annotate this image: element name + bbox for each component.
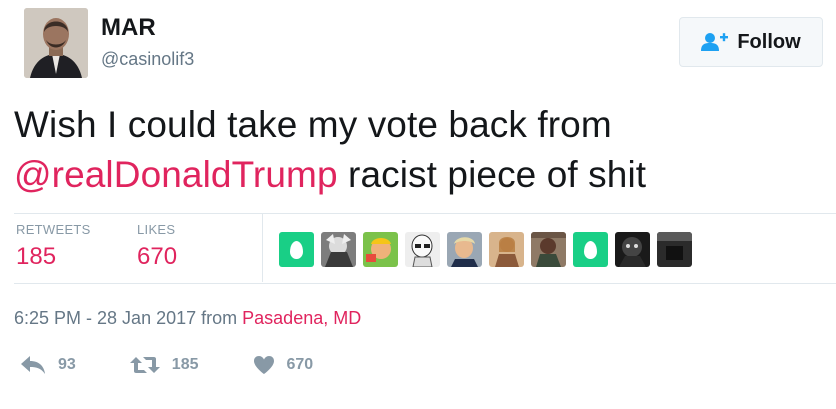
- add-user-icon: [701, 33, 729, 51]
- retweet-icon: [129, 357, 160, 373]
- reply-count: 93: [58, 356, 76, 373]
- tweet-actions: 93 185 670: [20, 355, 367, 375]
- retweets-value: 185: [16, 243, 57, 270]
- display-name[interactable]: MAR: [101, 14, 156, 42]
- heart-icon: [253, 356, 274, 374]
- liker-avatar-5[interactable]: [447, 232, 482, 267]
- follow-label: Follow: [737, 30, 801, 53]
- user-handle[interactable]: @casinolif3: [101, 49, 194, 70]
- reply-button[interactable]: 93: [20, 355, 76, 375]
- from-label: from: [201, 308, 238, 328]
- tweet-meta: 6:25 PM - 28 Jan 2017 from Pasadena, MD: [14, 308, 361, 329]
- avatar[interactable]: [24, 8, 88, 78]
- tweet-line-2-rest: racist piece of shit: [337, 154, 647, 195]
- tweet-line-1: Wish I could take my vote back from: [14, 104, 612, 145]
- reply-icon: [21, 356, 45, 374]
- location-link[interactable]: Pasadena, MD: [242, 308, 361, 328]
- stats-separator: [262, 214, 263, 282]
- retweets-stat[interactable]: RETWEETS 185: [16, 222, 91, 271]
- retweet-count: 185: [171, 356, 199, 373]
- liker-avatar-8[interactable]: [573, 232, 608, 267]
- likes-stat[interactable]: LIKES 670: [137, 222, 177, 271]
- liker-avatar-3[interactable]: [363, 232, 398, 267]
- follow-button[interactable]: Follow: [679, 17, 823, 67]
- timestamp[interactable]: 6:25 PM - 28 Jan 2017: [14, 308, 196, 328]
- liker-avatar-9[interactable]: [615, 232, 650, 267]
- liked-by-list: [279, 232, 692, 267]
- egg-icon: [290, 240, 303, 259]
- liker-avatar-4[interactable]: [405, 232, 440, 267]
- retweets-label: RETWEETS: [16, 222, 91, 237]
- retweet-button[interactable]: 185: [129, 355, 199, 375]
- profile-photo: [24, 8, 88, 78]
- liker-avatar-6[interactable]: [489, 232, 524, 267]
- like-button[interactable]: 670: [253, 355, 314, 375]
- liker-avatar-10[interactable]: [657, 232, 692, 267]
- egg-icon: [584, 240, 597, 259]
- liker-avatar-1[interactable]: [279, 232, 314, 267]
- divider-top: [14, 213, 836, 214]
- liker-avatar-2[interactable]: [321, 232, 356, 267]
- likes-value: 670: [137, 243, 178, 270]
- likes-label: LIKES: [137, 222, 176, 237]
- mention-link[interactable]: @realDonaldTrump: [14, 154, 338, 195]
- divider-bottom: [14, 283, 836, 284]
- tweet-line-2: @realDonaldTrump racist piece of shit: [14, 150, 814, 200]
- liker-avatar-7[interactable]: [531, 232, 566, 267]
- tweet-text: Wish I could take my vote back from @rea…: [14, 100, 814, 200]
- like-count: 670: [286, 356, 314, 373]
